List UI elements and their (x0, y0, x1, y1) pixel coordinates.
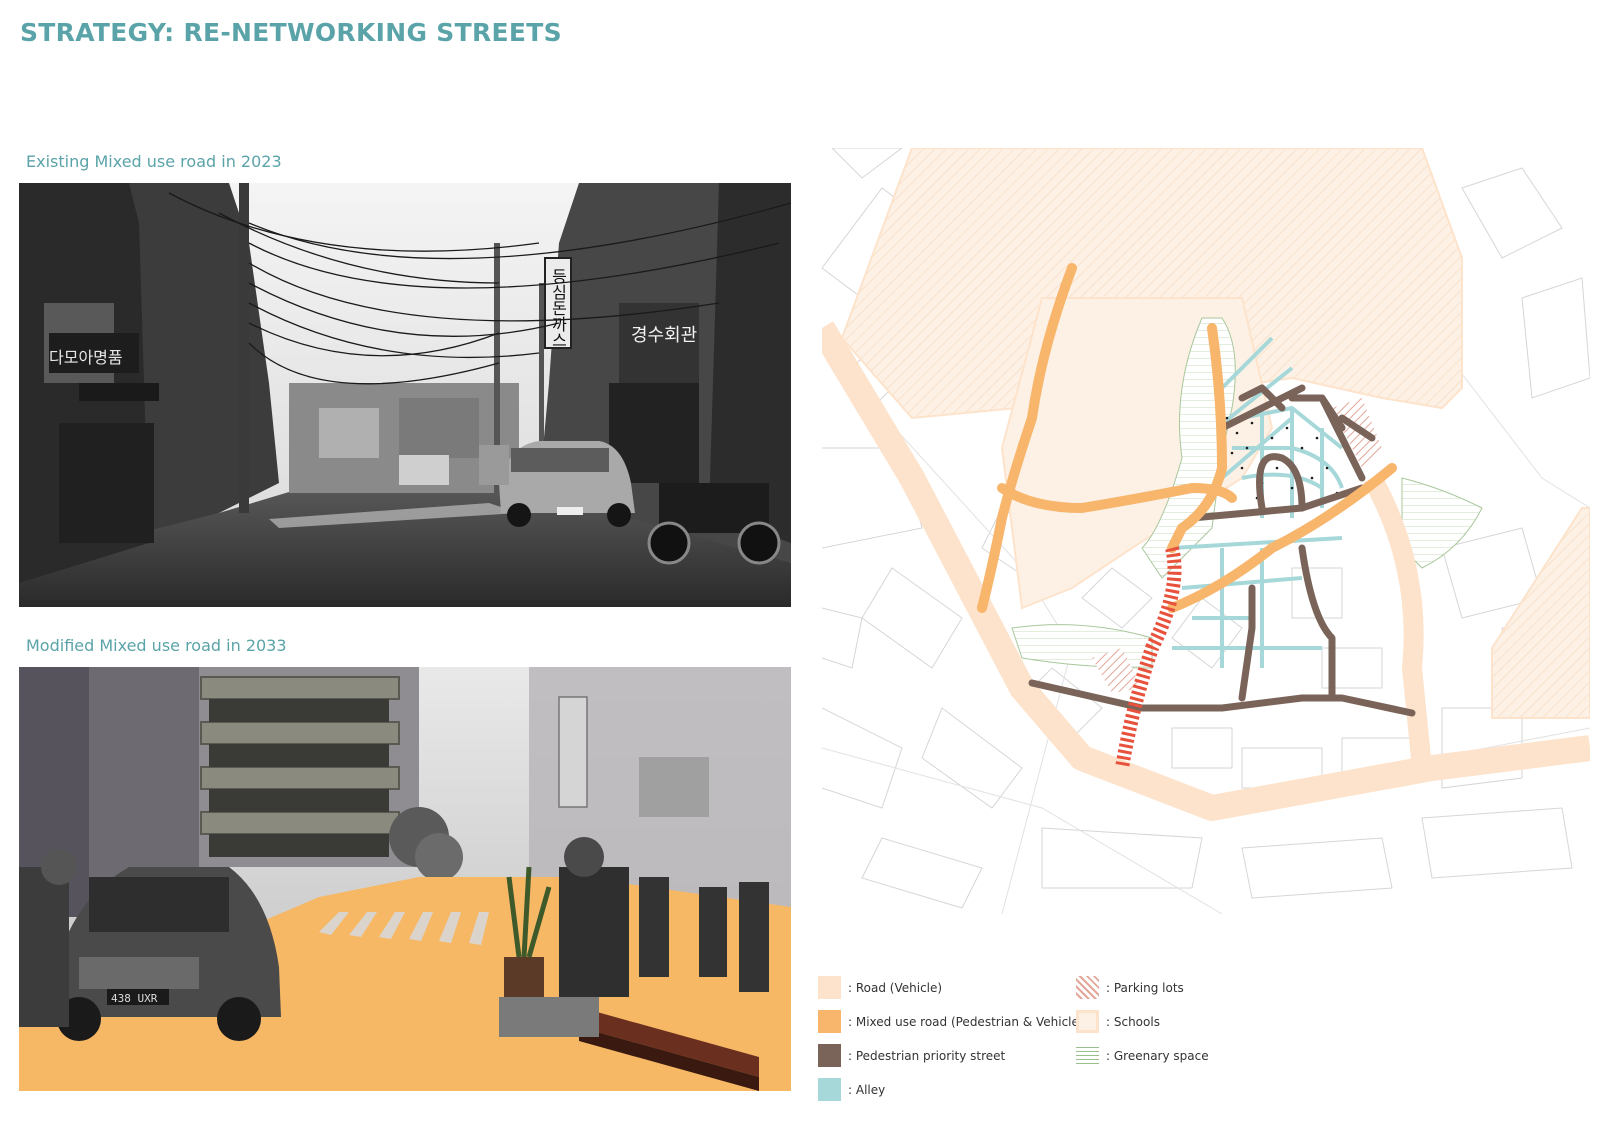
legend-label: : Greenary space (1106, 1048, 1209, 1063)
swatch-alley (818, 1078, 841, 1101)
page-title: STRATEGY: RE-NETWORKING STREETS (20, 18, 562, 47)
modified-street-collage: 438 UXR (19, 667, 791, 1101)
sign-text-1: 등심돈까스 (549, 268, 568, 348)
license-plate: 438 UXR (111, 992, 158, 1005)
legend-label: : Alley (848, 1082, 886, 1097)
street-network-map (822, 148, 1590, 914)
legend-label: : Pedestrian priority street (848, 1048, 1006, 1063)
legend-road-vehicle: : Road (Vehicle) (818, 976, 942, 999)
legend-label: : Schools (1106, 1014, 1160, 1029)
map-legend: : Road (Vehicle) : Mixed use road (Pedes… (818, 972, 1378, 1122)
swatch-greenary-space (1076, 1044, 1099, 1067)
legend-pedestrian-priority: : Pedestrian priority street (818, 1044, 1005, 1067)
legend-label: : Parking lots (1106, 980, 1184, 995)
legend-label: : Mixed use road (Pedestrian & Vehicle) (848, 1014, 1084, 1029)
swatch-road-vehicle (818, 976, 841, 999)
legend-schools: : Schools (1076, 1010, 1160, 1033)
legend-mixed-use-road: : Mixed use road (Pedestrian & Vehicle) (818, 1010, 1084, 1033)
legend-parking-lots: : Parking lots (1076, 976, 1184, 999)
swatch-pedestrian-priority (818, 1044, 841, 1067)
swatch-parking-lots (1076, 976, 1099, 999)
sign-text-3: 다모아명품 (49, 348, 123, 367)
swatch-mixed-use-road (818, 1010, 841, 1033)
photo-caption-modified: Modified Mixed use road in 2033 (26, 636, 287, 655)
legend-greenary-space: : Greenary space (1076, 1044, 1209, 1067)
sign-text-2: 경수회관 (631, 325, 697, 346)
legend-alley: : Alley (818, 1078, 885, 1101)
existing-street-photo: 등심돈까스 경수회관 다모아명품 (19, 183, 791, 617)
swatch-schools (1076, 1010, 1099, 1033)
photo-caption-existing: Existing Mixed use road in 2023 (26, 152, 282, 171)
legend-label: : Road (Vehicle) (848, 980, 943, 995)
